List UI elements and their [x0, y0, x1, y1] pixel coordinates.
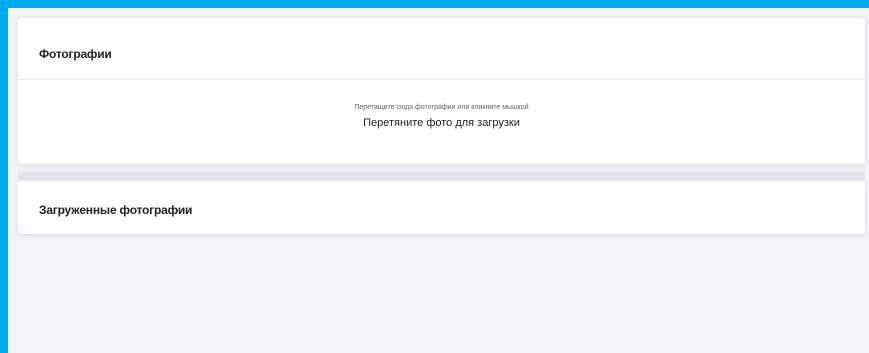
photos-card: Фотографии Перетащите сюда фотографии ил… — [18, 18, 865, 164]
section-separator — [18, 171, 865, 180]
dropzone-hint-text: Перетащите сюда фотографии или кликните … — [354, 104, 529, 111]
uploaded-photos-card: Загруженные фотографии — [18, 181, 865, 234]
photos-section-title: Фотографии — [39, 47, 112, 61]
uploaded-section-title: Загруженные фотографии — [39, 203, 193, 217]
page-background: Фотографии Перетащите сюда фотографии ил… — [8, 8, 869, 353]
dropzone-main-text: Перетяните фото для загрузки — [363, 117, 520, 129]
